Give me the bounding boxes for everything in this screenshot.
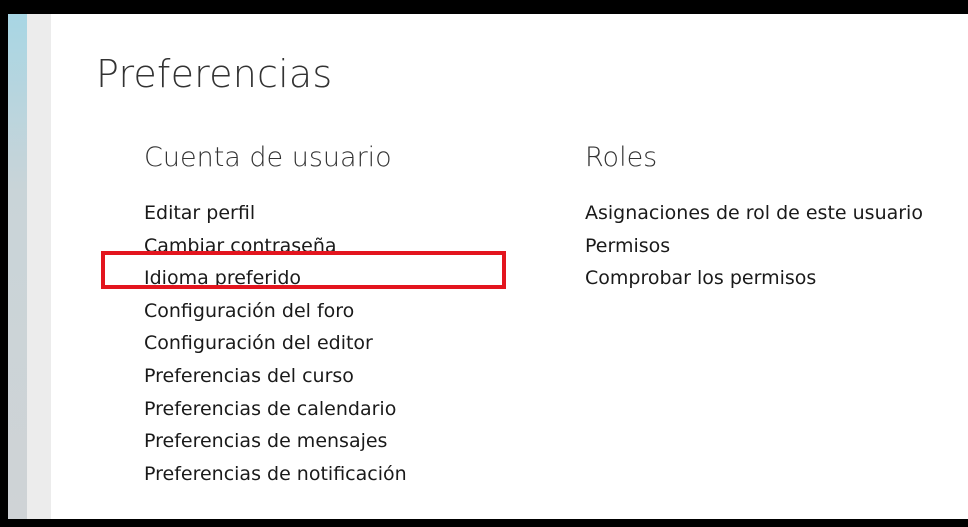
edit-profile-link[interactable]: Editar perfil [144, 202, 255, 224]
list-item: Idioma preferido [144, 264, 407, 297]
forum-settings-link[interactable]: Configuración del foro [144, 300, 354, 322]
sidebar-gutter [27, 14, 51, 519]
preferred-language-link[interactable]: Idioma preferido [144, 267, 301, 289]
page-title: Preferencias [96, 52, 333, 96]
list-item: Preferencias de calendario [144, 395, 407, 428]
user-account-links: Editar perfil Cambiar contraseña Idioma … [144, 199, 407, 492]
role-assignments-link[interactable]: Asignaciones de rol de este usuario [585, 202, 923, 224]
calendar-preferences-link[interactable]: Preferencias de calendario [144, 398, 396, 420]
list-item: Preferencias del curso [144, 362, 407, 395]
course-preferences-link[interactable]: Preferencias del curso [144, 365, 354, 387]
notification-preferences-link[interactable]: Preferencias de notificación [144, 463, 407, 485]
list-item: Configuración del editor [144, 329, 407, 362]
permissions-link[interactable]: Permisos [585, 235, 670, 257]
list-item: Comprobar los permisos [585, 264, 923, 297]
list-item: Configuración del foro [144, 297, 407, 330]
roles-links: Asignaciones de rol de este usuario Perm… [585, 199, 923, 297]
message-preferences-link[interactable]: Preferencias de mensajes [144, 430, 387, 452]
section-heading-roles: Roles [585, 142, 658, 173]
editor-settings-link[interactable]: Configuración del editor [144, 332, 373, 354]
list-item: Permisos [585, 232, 923, 265]
list-item: Editar perfil [144, 199, 407, 232]
list-item: Cambiar contraseña [144, 232, 407, 265]
sidebar-edge [8, 14, 27, 519]
list-item: Asignaciones de rol de este usuario [585, 199, 923, 232]
section-heading-user-account: Cuenta de usuario [144, 142, 392, 173]
check-permissions-link[interactable]: Comprobar los permisos [585, 267, 816, 289]
list-item: Preferencias de mensajes [144, 427, 407, 460]
list-item: Preferencias de notificación [144, 460, 407, 493]
change-password-link[interactable]: Cambiar contraseña [144, 235, 337, 257]
